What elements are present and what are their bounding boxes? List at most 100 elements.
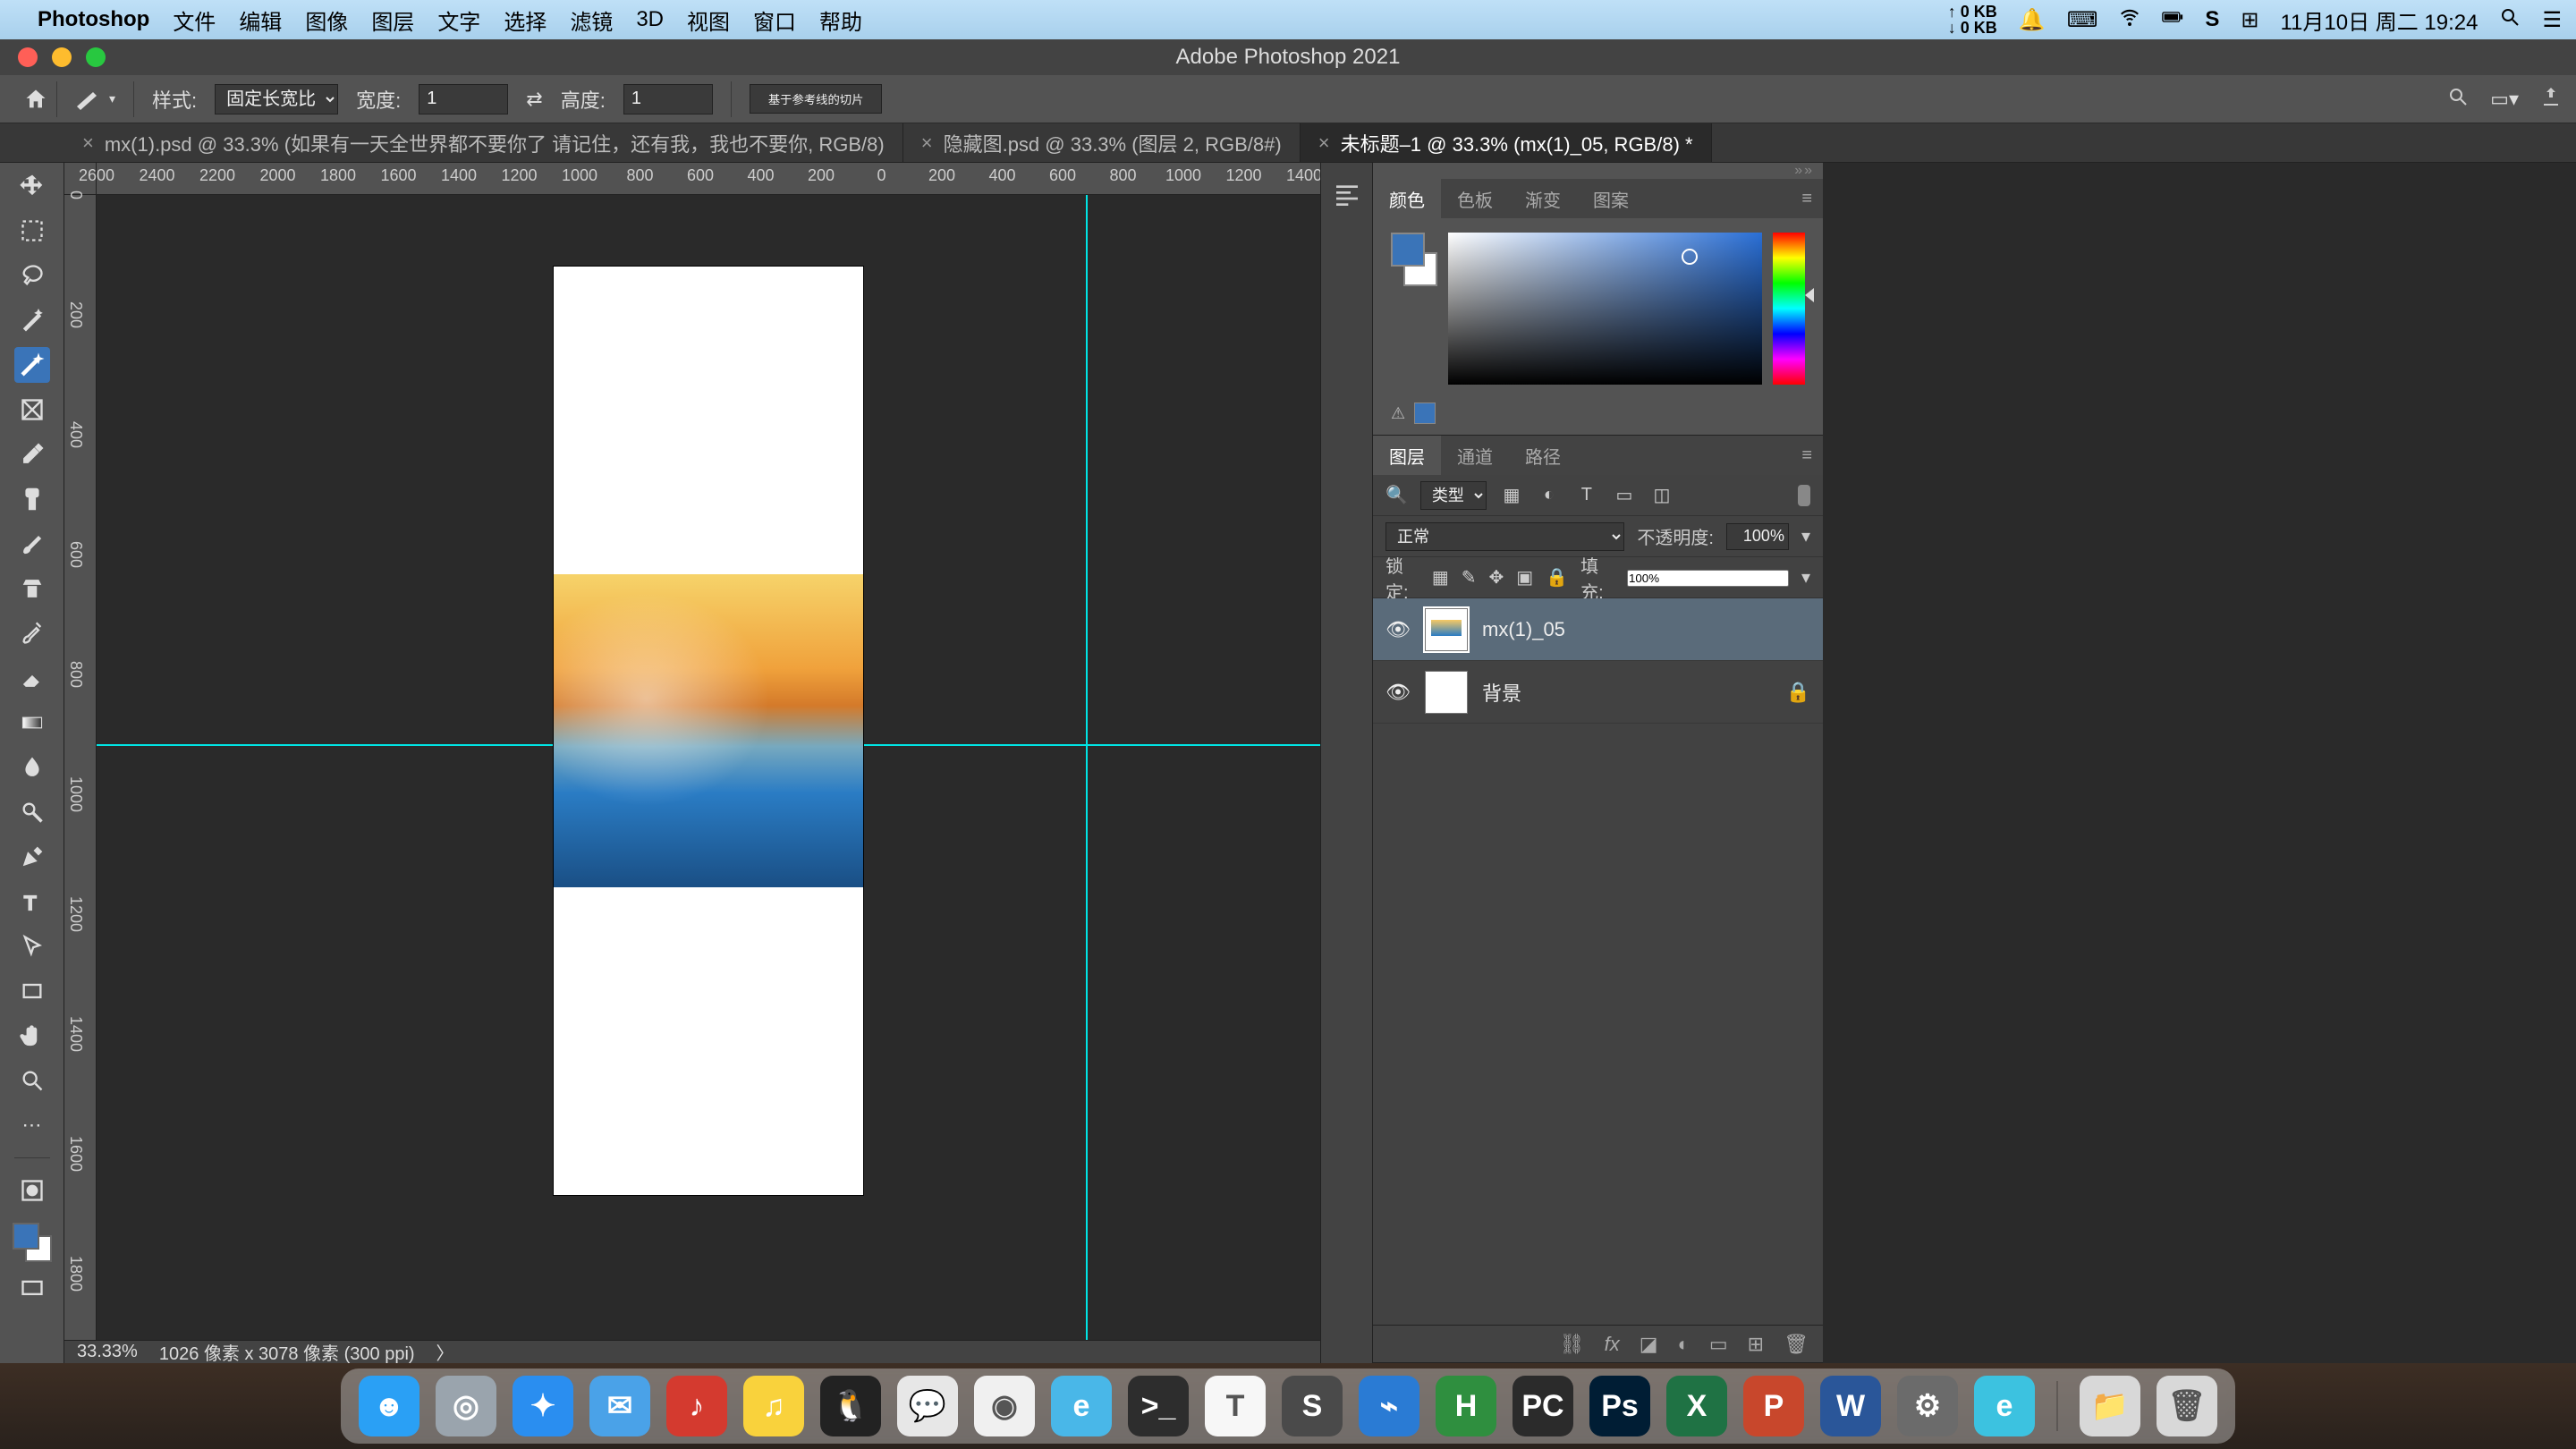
slice-from-guides-button[interactable]: 基于参考线的切片 (750, 84, 883, 114)
crop-tool[interactable] (14, 347, 50, 383)
lock-position-icon[interactable]: ✥ (1489, 566, 1504, 589)
menubar-app-name[interactable]: Photoshop (38, 7, 149, 32)
collapsed-panel-strip[interactable] (1320, 163, 1372, 1363)
dock-app-hbuilder[interactable]: H (1436, 1376, 1496, 1436)
info-chevron-icon[interactable]: 〉 (436, 1339, 454, 1363)
gamut-warning-icon[interactable]: ⚠ (1391, 404, 1405, 423)
healing-brush-tool[interactable] (14, 481, 50, 517)
layer-row[interactable]: 👁 mx(1)_05 (1373, 598, 1823, 661)
dock-app-vscode[interactable]: ⌁ (1359, 1376, 1419, 1436)
menu-select[interactable]: 选择 (504, 4, 547, 36)
filter-pixel-icon[interactable]: ▦ (1499, 483, 1524, 508)
rectangle-tool[interactable] (14, 973, 50, 1009)
menu-type[interactable]: 文字 (437, 4, 480, 36)
filter-kind-select[interactable]: 类型 (1420, 481, 1487, 510)
dock-app-edge[interactable]: e (1974, 1376, 2035, 1436)
zoom-level[interactable]: 33.33% (77, 1342, 138, 1362)
toolbox-collapse-grip[interactable]: «« (1278, 0, 1298, 4)
fill-chevron-icon[interactable]: ▾ (1801, 566, 1810, 589)
panel-tab-swatches[interactable]: 色板 (1441, 179, 1509, 218)
frame-tool[interactable] (14, 392, 50, 428)
dock-app-textedit[interactable]: T (1205, 1376, 1266, 1436)
ruler-vertical[interactable]: 020040060080010001200140016001800 (64, 195, 97, 1340)
menu-image[interactable]: 图像 (305, 4, 348, 36)
brush-tool[interactable] (14, 526, 50, 562)
wifi-icon[interactable] (2119, 6, 2140, 34)
hue-marker[interactable] (1805, 288, 1814, 302)
dock-app-chrome[interactable]: ◉ (974, 1376, 1035, 1436)
filter-smart-icon[interactable]: ◫ (1649, 483, 1674, 508)
tool-preset-icon[interactable]: ▾ (75, 89, 115, 110)
marquee-tool[interactable] (14, 213, 50, 249)
filter-adjust-icon[interactable]: ◐ (1537, 483, 1562, 508)
move-tool[interactable] (14, 168, 50, 204)
filter-toggle[interactable] (1798, 485, 1810, 506)
dock-app-pycharm[interactable]: PC (1513, 1376, 1573, 1436)
gamut-swatch[interactable] (1414, 402, 1436, 424)
adjustment-layer-icon[interactable]: ◐ (1678, 1333, 1690, 1356)
dock-app-photoshop[interactable]: Ps (1589, 1376, 1650, 1436)
menu-edit[interactable]: 编辑 (239, 4, 282, 36)
notification-icon[interactable]: 🔔 (2019, 7, 2046, 33)
spotlight-icon[interactable] (2499, 6, 2521, 34)
ruler-horizontal[interactable]: 2600240022002000180016001400120010008006… (97, 163, 1320, 195)
share-icon[interactable] (2540, 86, 2562, 113)
screen-mode-icon[interactable] (14, 1271, 50, 1307)
style-select[interactable]: 固定长宽比 (215, 84, 338, 114)
eraser-tool[interactable] (14, 660, 50, 696)
menu-layer[interactable]: 图层 (371, 4, 414, 36)
delete-layer-icon[interactable]: 🗑 (1784, 1333, 1809, 1356)
clone-stamp-tool[interactable] (14, 571, 50, 606)
panel-tab-paths[interactable]: 路径 (1509, 436, 1577, 475)
artboard[interactable] (554, 267, 863, 1195)
close-tab-icon[interactable]: × (1318, 131, 1330, 155)
dock-app-finder[interactable]: ☻ (359, 1376, 419, 1436)
lock-pixels-icon[interactable]: ✎ (1462, 566, 1477, 589)
menu-window[interactable]: 窗口 (753, 4, 796, 36)
dock-app-qq[interactable]: 🐧 (820, 1376, 881, 1436)
control-center-icon[interactable]: ☰ (2542, 7, 2562, 33)
panel-tab-gradients[interactable]: 渐变 (1509, 179, 1577, 218)
dodge-tool[interactable] (14, 794, 50, 830)
lock-artboard-icon[interactable]: ▣ (1516, 566, 1533, 589)
tray-icon-2[interactable]: ⊞ (2241, 7, 2258, 33)
fill-input[interactable] (1627, 570, 1789, 587)
document-info[interactable]: 1026 像素 x 3078 像素 (300 ppi) (159, 1339, 415, 1363)
pen-tool[interactable] (14, 839, 50, 875)
dock-trash[interactable]: 🗑 (2157, 1376, 2217, 1436)
panel-tab-channels[interactable]: 通道 (1441, 436, 1509, 475)
width-input[interactable] (419, 84, 508, 114)
dock-app-terminal[interactable]: >_ (1128, 1376, 1189, 1436)
dock-app-mail[interactable]: ✉ (589, 1376, 650, 1436)
blur-tool[interactable] (14, 750, 50, 785)
document-tab[interactable]: × mx(1).psd @ 33.3% (如果有一天全世界都不要你了 请记住，还… (64, 123, 903, 162)
gradient-tool[interactable] (14, 705, 50, 741)
layer-name[interactable]: mx(1)_05 (1482, 618, 1565, 641)
input-method-icon[interactable]: ⌨ (2067, 7, 2098, 33)
lasso-tool[interactable] (14, 258, 50, 293)
swap-wh-icon[interactable]: ⇄ (526, 88, 542, 111)
dock-app-netease[interactable]: ♪ (666, 1376, 727, 1436)
layer-thumbnail[interactable] (1425, 671, 1468, 714)
opacity-input[interactable] (1726, 523, 1789, 550)
layer-mask-icon[interactable]: ◪ (1640, 1333, 1658, 1356)
panel-tab-patterns[interactable]: 图案 (1577, 179, 1645, 218)
filter-search-icon[interactable]: 🔍 (1385, 484, 1408, 506)
battery-icon[interactable] (2162, 6, 2183, 34)
dock-app-settings[interactable]: ⚙ (1897, 1376, 1958, 1436)
dock-app-sublime[interactable]: S (1282, 1376, 1343, 1436)
menu-view[interactable]: 视图 (687, 4, 730, 36)
opacity-chevron-icon[interactable]: ▾ (1801, 525, 1810, 547)
link-layers-icon[interactable]: ⛓ (1560, 1333, 1585, 1356)
panel-menu-icon[interactable]: ≡ (1791, 189, 1823, 209)
workspace-switcher-icon[interactable]: ▭▾ (2490, 88, 2519, 111)
placed-image[interactable] (554, 574, 863, 887)
path-selection-tool[interactable] (14, 928, 50, 964)
lock-transparency-icon[interactable]: ▦ (1432, 566, 1449, 589)
search-icon[interactable] (2447, 86, 2469, 113)
guide-vertical[interactable] (1086, 195, 1088, 1340)
layer-fx-icon[interactable]: fx (1605, 1333, 1620, 1356)
fg-bg-swatch[interactable] (1391, 233, 1437, 385)
close-tab-icon[interactable]: × (921, 131, 933, 155)
hue-slider[interactable] (1773, 233, 1805, 385)
